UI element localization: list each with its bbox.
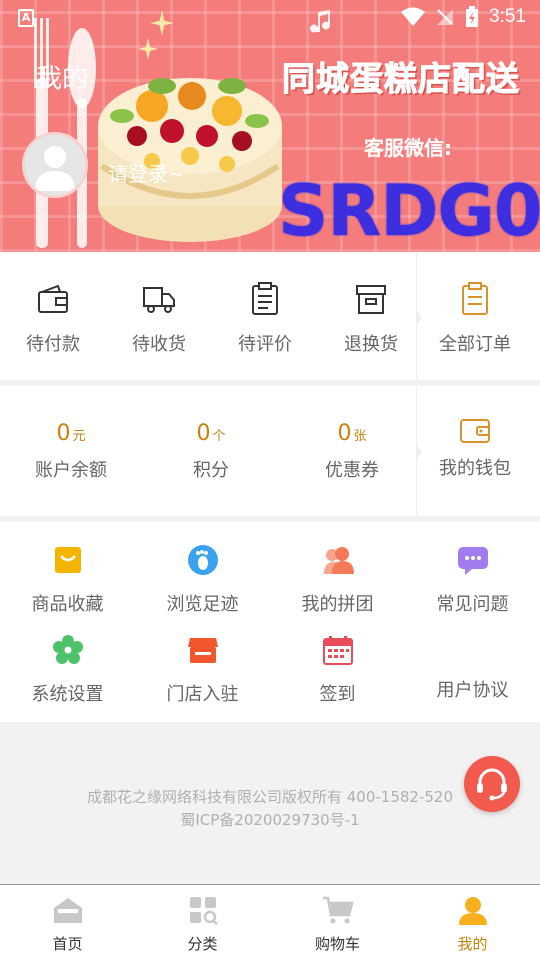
- balance-unit: 元: [72, 429, 86, 444]
- wallet-label: 我的钱包: [439, 458, 511, 479]
- all-orders-icon: [462, 282, 488, 315]
- tool-label: 浏览足迹: [166, 594, 239, 615]
- order-returns[interactable]: 退换货: [318, 282, 424, 356]
- sparkle-icon: [138, 38, 158, 60]
- tool-favorites[interactable]: 商品收藏: [0, 544, 135, 616]
- category-icon: [189, 897, 218, 925]
- tool-group-buy[interactable]: 我的拼团: [270, 544, 405, 616]
- bag-icon: [54, 547, 81, 573]
- coupons-unit: 张: [353, 429, 367, 444]
- coupons-value: 0: [337, 421, 352, 446]
- wallet-icon: [38, 284, 68, 313]
- profile-banner: 我的 请登录~ 同城蛋糕店配送 客服微信: SRDG01: [0, 0, 540, 252]
- customer-service-button[interactable]: [464, 756, 520, 812]
- icp-text: 蜀ICP备2020029730号-1: [180, 811, 360, 829]
- order-label: 全部订单: [439, 334, 511, 355]
- tool-store-join[interactable]: 门店入驻: [135, 634, 270, 706]
- tab-cart[interactable]: 购物车: [270, 885, 405, 960]
- order-all[interactable]: 全部订单: [422, 282, 528, 356]
- points-label: 积分: [193, 460, 229, 481]
- cake-illustration: [98, 78, 282, 242]
- my-wallet[interactable]: 我的钱包: [422, 416, 528, 480]
- tool-label: 常见问题: [436, 594, 509, 615]
- divider: [416, 386, 422, 516]
- no-signal-icon: [437, 9, 454, 25]
- wifi-icon: [401, 7, 426, 26]
- copyright: 成都花之缘网络科技有限公司版权所有 400-1582-520 蜀ICP备2020…: [0, 786, 540, 832]
- coupons[interactable]: 0张 优惠券: [287, 416, 417, 482]
- order-label: 待收货: [132, 334, 186, 355]
- promo-subtitle: 客服微信:: [364, 136, 452, 160]
- tool-label: 用户协议: [436, 680, 509, 701]
- tool-label: 签到: [319, 684, 356, 705]
- store-icon: [187, 638, 218, 663]
- notification-app-icon: A: [18, 9, 34, 27]
- order-shortcuts: 待付款 待收货 待评价 退换货 全部订单: [0, 252, 540, 380]
- points[interactable]: 0个 积分: [146, 416, 276, 482]
- tab-category[interactable]: 分类: [135, 885, 270, 960]
- tool-check-in[interactable]: 签到: [270, 634, 405, 706]
- tool-history[interactable]: 浏览足迹: [135, 544, 270, 616]
- order-label: 待评价: [238, 334, 292, 355]
- chat-icon: [457, 547, 488, 575]
- battery-charging-icon: [466, 6, 479, 27]
- divider: [416, 252, 422, 380]
- bottom-tab-bar: 首页 分类 购物车 我的: [0, 884, 540, 960]
- coupons-label: 优惠券: [325, 460, 379, 481]
- home-icon: [53, 898, 82, 923]
- tool-label: 我的拼团: [301, 594, 374, 615]
- copyright-text: 成都花之缘网络科技有限公司版权所有 400-1582-520: [86, 788, 454, 806]
- tool-label: 商品收藏: [31, 594, 104, 615]
- tool-settings[interactable]: 系统设置: [0, 634, 135, 706]
- order-label: 退换货: [344, 334, 398, 355]
- tab-profile[interactable]: 我的: [405, 885, 540, 960]
- tool-faq[interactable]: 常见问题: [405, 544, 540, 616]
- status-time: 3:51: [489, 6, 526, 27]
- order-pending-review[interactable]: 待评价: [212, 282, 318, 356]
- headset-icon: [477, 768, 507, 801]
- balance-value: 0: [56, 421, 71, 446]
- cart-icon: [322, 896, 354, 924]
- balance-label: 账户余额: [35, 460, 107, 481]
- tab-label: 购物车: [314, 935, 360, 953]
- avatar[interactable]: [22, 132, 88, 198]
- tool-label: 系统设置: [31, 684, 104, 705]
- tab-label: 分类: [187, 935, 218, 953]
- tab-label: 我的: [457, 935, 488, 953]
- tool-label: 门店入驻: [166, 684, 239, 705]
- order-pending-payment[interactable]: 待付款: [0, 282, 106, 356]
- promo-title: 同城蛋糕店配送: [282, 59, 520, 99]
- footprint-icon: [187, 545, 218, 575]
- settings-icon: [52, 635, 83, 664]
- clipboard-icon: [252, 282, 278, 315]
- wallet-icon: [460, 419, 490, 443]
- account-balance[interactable]: 0元 账户余额: [6, 416, 136, 482]
- agreement-icon-placeholder: [457, 634, 489, 666]
- order-label: 待付款: [26, 334, 80, 355]
- calendar-icon: [322, 636, 353, 665]
- login-link[interactable]: 请登录~: [108, 158, 185, 187]
- points-value: 0: [196, 421, 211, 446]
- group-icon: [323, 547, 354, 574]
- order-pending-delivery[interactable]: 待收货: [106, 282, 212, 356]
- account-assets: 0元 账户余额 0个 积分 0张 优惠券 我的钱包: [0, 386, 540, 516]
- tab-label: 首页: [52, 935, 83, 953]
- status-bar: A 3:51: [0, 0, 540, 36]
- page-title: 我的: [36, 64, 89, 94]
- truck-icon: [143, 287, 175, 313]
- tool-user-agreement[interactable]: 用户协议: [405, 634, 540, 702]
- default-avatar-icon: [25, 135, 85, 195]
- promo-wechat-id: SRDG01: [278, 170, 540, 252]
- points-unit: 个: [212, 429, 226, 444]
- box-icon: [356, 285, 386, 314]
- profile-icon: [458, 897, 487, 925]
- tools-grid: 商品收藏 浏览足迹 我的拼团 常见问题 系统设置 门店入驻 签到 用户协议: [0, 522, 540, 722]
- tab-home[interactable]: 首页: [0, 885, 135, 960]
